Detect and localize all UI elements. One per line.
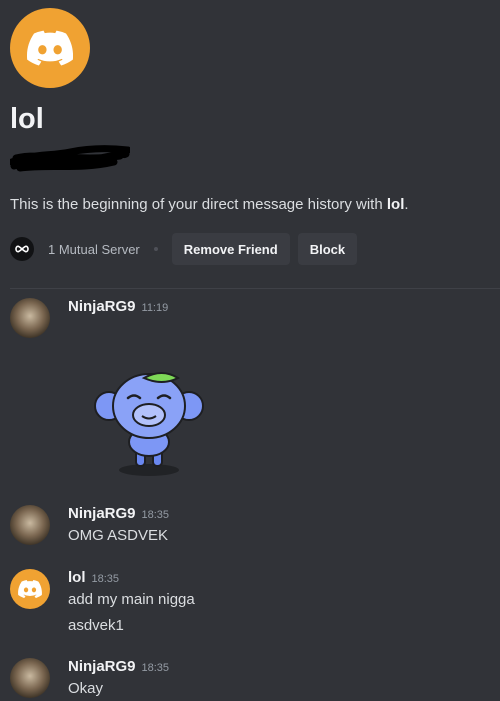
remove-friend-button[interactable]: Remove Friend bbox=[171, 233, 290, 265]
message: NinjaRG9 18:35 Okay bbox=[10, 658, 490, 700]
message-author[interactable]: NinjaRG9 bbox=[68, 505, 136, 522]
message-text: asdvek1 bbox=[68, 617, 124, 634]
intro-text-prefix: This is the beginning of your direct mes… bbox=[10, 196, 387, 213]
ninja-avatar[interactable] bbox=[10, 298, 50, 338]
block-button[interactable]: Block bbox=[297, 233, 358, 265]
message: lol 18:35 add my main nigga asdvek1 bbox=[10, 569, 490, 639]
message-timestamp: 18:35 bbox=[91, 573, 120, 585]
message-text: add my main nigga bbox=[68, 591, 195, 608]
dm-channel: lol This is the beginning of your direct… bbox=[0, 0, 500, 701]
redacted-scribble bbox=[10, 145, 130, 172]
ninja-avatar[interactable] bbox=[10, 658, 50, 698]
message-author[interactable]: NinjaRG9 bbox=[68, 658, 136, 675]
dm-intro: lol This is the beginning of your direct… bbox=[10, 8, 500, 289]
message-timestamp: 11:19 bbox=[141, 302, 169, 314]
divider bbox=[10, 288, 500, 289]
message-timestamp: 18:35 bbox=[141, 662, 170, 674]
message-text: Okay bbox=[68, 680, 104, 697]
message-author[interactable]: lol bbox=[68, 569, 86, 586]
discord-avatar[interactable] bbox=[10, 569, 50, 609]
mutual-server-icon[interactable] bbox=[10, 237, 34, 261]
intro-text: This is the beginning of your direct mes… bbox=[10, 196, 409, 213]
mutual-servers-link[interactable]: 1 Mutual Server bbox=[48, 242, 140, 257]
discord-logo-icon bbox=[27, 30, 73, 66]
ninja-avatar[interactable] bbox=[10, 505, 50, 545]
dm-title: lol bbox=[10, 103, 44, 135]
discord-logo-icon bbox=[18, 580, 42, 598]
wumpus-sticker[interactable] bbox=[84, 370, 214, 480]
message: NinjaRG9 11:19 bbox=[10, 298, 490, 488]
intro-text-name: lol bbox=[386, 196, 405, 213]
infinity-icon bbox=[15, 245, 29, 253]
intro-actions: 1 Mutual Server Remove Friend Block bbox=[10, 233, 365, 265]
message: NinjaRG9 18:35 OMG ASDVEK bbox=[10, 505, 490, 555]
message-text: OMG ASDVEK bbox=[68, 527, 169, 544]
intro-text-suffix: . bbox=[404, 196, 409, 213]
profile-avatar[interactable] bbox=[10, 8, 90, 88]
message-author[interactable]: NinjaRG9 bbox=[68, 298, 136, 315]
message-timestamp: 18:35 bbox=[141, 509, 170, 521]
separator-dot bbox=[153, 247, 158, 251]
